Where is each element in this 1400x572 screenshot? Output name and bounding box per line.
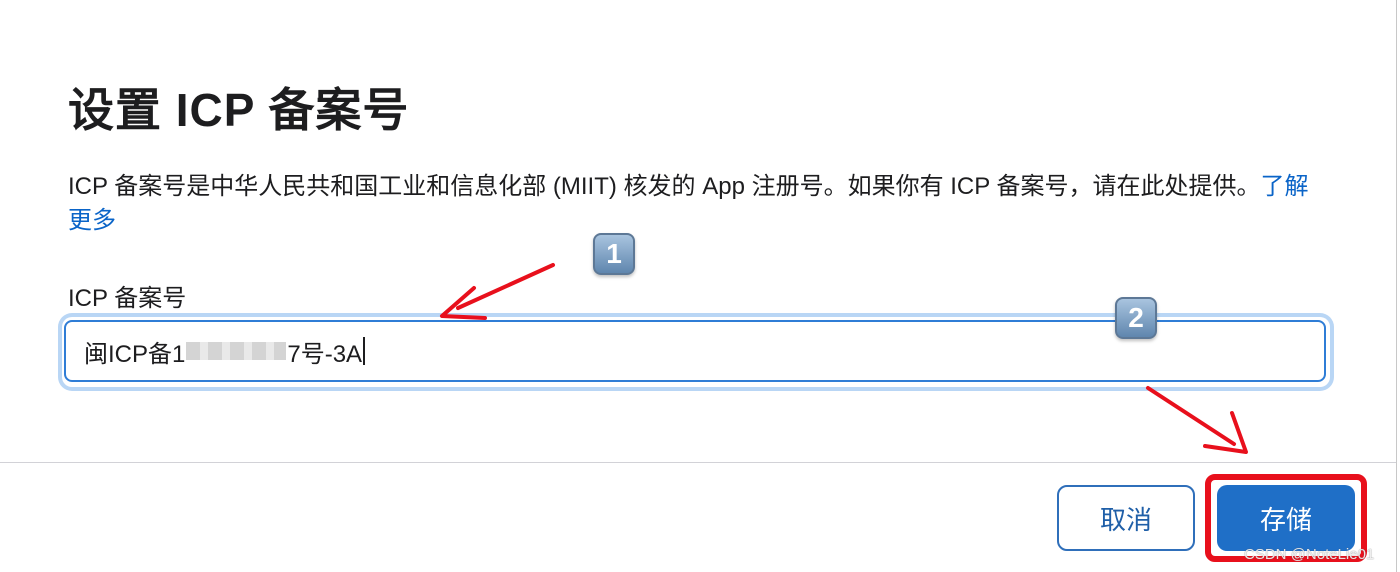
footer-divider: [0, 462, 1396, 463]
arrow-to-input: [440, 263, 555, 320]
arrow-to-save: [1146, 386, 1248, 454]
icp-number-label: ICP 备案号: [68, 285, 187, 312]
text-caret: [363, 337, 366, 365]
description-text: ICP 备案号是中华人民共和国工业和信息化部 (MIIT) 核发的 App 注册…: [68, 173, 1261, 200]
cancel-button[interactable]: 取消: [1057, 485, 1195, 551]
icp-dialog: 设置 ICP 备案号 ICP 备案号是中华人民共和国工业和信息化部 (MIIT)…: [0, 0, 1400, 572]
input-value-prefix: 闽ICP备1: [84, 340, 186, 368]
dialog-title: 设置 ICP 备案号: [68, 84, 410, 136]
input-value-suffix: 7号-3A: [287, 340, 363, 368]
dialog-description: ICP 备案号是中华人民共和国工业和信息化部 (MIIT) 核发的 App 注册…: [68, 170, 1318, 238]
window-edge: [1396, 0, 1397, 572]
save-button[interactable]: 存储: [1217, 485, 1355, 551]
step-1-badge: 1: [593, 233, 635, 275]
masked-redaction: [186, 342, 287, 360]
step-2-badge: 2: [1115, 297, 1157, 339]
